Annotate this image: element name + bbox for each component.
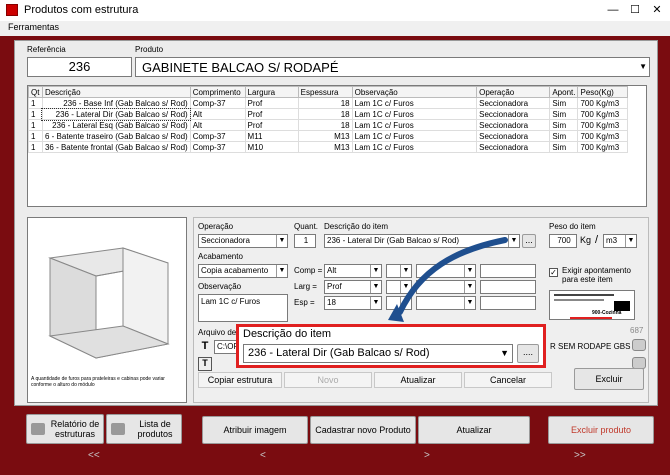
relatorio-button[interactable]: Relatório de estruturas	[26, 414, 104, 444]
nav-next-button[interactable]: >	[424, 450, 430, 461]
nav-last-button[interactable]: >>	[574, 450, 586, 461]
printer-icon	[31, 423, 45, 435]
nav-prev-button[interactable]: <	[260, 450, 266, 461]
excluir-produto-button[interactable]: Excluir produto	[548, 416, 654, 444]
lista-button[interactable]: Lista de produtos	[106, 414, 182, 444]
lista-label: Lista de produtos	[137, 419, 173, 439]
relatorio-label: Relatório de estruturas	[50, 419, 100, 439]
atualizar-produto-button[interactable]: Atualizar	[418, 416, 530, 444]
atribuir-imagem-button[interactable]: Atribuir imagem	[202, 416, 308, 444]
printer-icon	[111, 423, 125, 435]
cadastrar-produto-button[interactable]: Cadastrar novo Produto	[310, 416, 416, 444]
nav-first-button[interactable]: <<	[88, 450, 100, 461]
callout-arrow-icon	[388, 237, 508, 322]
